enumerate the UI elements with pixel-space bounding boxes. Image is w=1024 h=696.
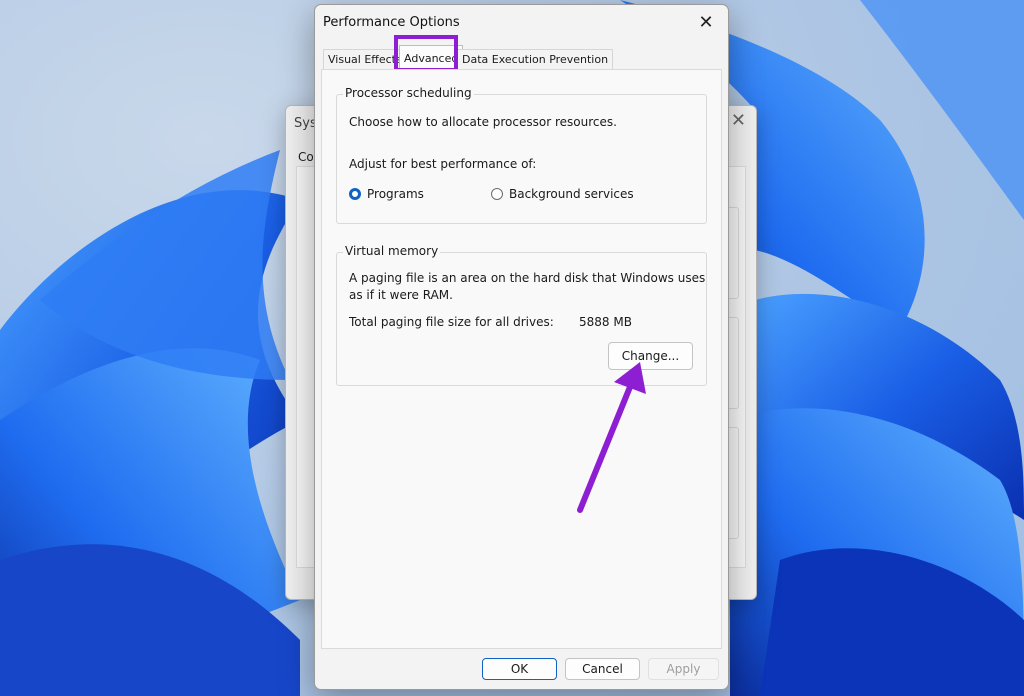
dialog-title: Performance Options — [323, 15, 460, 30]
change-button[interactable]: Change... — [608, 342, 693, 370]
processor-description: Choose how to allocate processor resourc… — [349, 115, 617, 129]
virtual-memory-description-line1: A paging file is an area on the hard dis… — [349, 271, 706, 285]
programs-radio[interactable] — [349, 188, 361, 200]
performance-options-dialog: Performance Options ✕ Visual Effects Adv… — [314, 4, 729, 690]
close-button[interactable]: ✕ — [686, 7, 726, 37]
background-close-icon[interactable]: ✕ — [731, 110, 746, 131]
cancel-button[interactable]: Cancel — [565, 658, 640, 680]
virtual-memory-description-line2: as if it were RAM. — [349, 288, 453, 302]
ok-button[interactable]: OK — [482, 658, 557, 680]
programs-radio-label[interactable]: Programs — [367, 187, 424, 201]
advanced-tab-panel: Processor scheduling Choose how to alloc… — [321, 69, 722, 649]
processor-scheduling-group: Processor scheduling Choose how to alloc… — [336, 86, 707, 224]
total-paging-size-value: 5888 MB — [579, 315, 632, 329]
background-services-radio-label[interactable]: Background services — [509, 187, 634, 201]
tab-visual-effects[interactable]: Visual Effects — [323, 49, 407, 70]
apply-button[interactable]: Apply — [648, 658, 719, 680]
background-tab[interactable]: Co — [298, 150, 314, 164]
background-services-radio[interactable] — [491, 188, 503, 200]
virtual-memory-label: Virtual memory — [343, 244, 441, 258]
total-paging-size-label: Total paging file size for all drives: — [349, 315, 554, 329]
close-icon: ✕ — [698, 11, 714, 33]
tab-advanced[interactable]: Advanced — [399, 45, 464, 72]
virtual-memory-group: Virtual memory A paging file is an area … — [336, 244, 707, 386]
tab-data-execution-prevention[interactable]: Data Execution Prevention — [457, 49, 614, 70]
adjust-performance-label: Adjust for best performance of: — [349, 157, 537, 171]
processor-scheduling-label: Processor scheduling — [343, 86, 474, 100]
